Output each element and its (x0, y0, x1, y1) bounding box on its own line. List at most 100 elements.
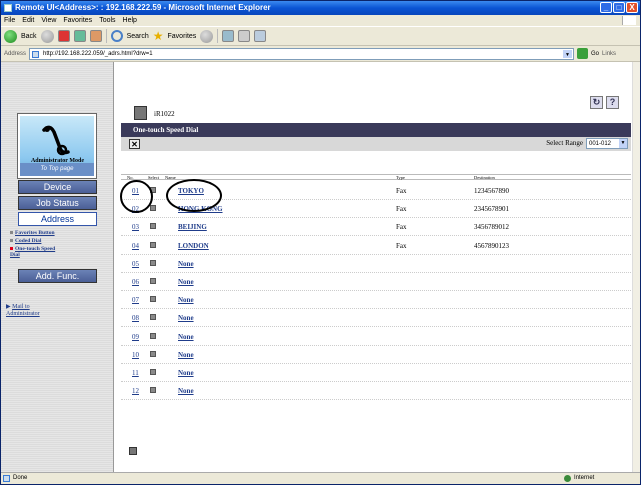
select-checkbox[interactable] (150, 241, 156, 248)
select-checkbox[interactable] (150, 296, 156, 303)
chevron-down-icon[interactable]: ▼ (619, 139, 627, 148)
close-button[interactable]: X (626, 2, 638, 13)
address-url[interactable]: http://192.168.222.059/_adrs.html?drw=1 (43, 51, 153, 57)
row-number-link[interactable]: 08 (132, 314, 139, 322)
header-select: Select (148, 175, 159, 180)
select-checkbox[interactable] (150, 332, 156, 339)
favorites-star-icon[interactable]: ★ (153, 30, 164, 42)
address-input[interactable]: http://192.168.222.059/_adrs.html?drw=1 … (29, 47, 575, 60)
row-destination: 4567890123 (474, 241, 509, 250)
select-checkbox[interactable] (150, 205, 156, 212)
top-page-button[interactable]: To Top page (18, 114, 96, 178)
select-checkbox[interactable] (150, 350, 156, 357)
go-button[interactable]: Go (591, 51, 599, 57)
menu-favorites[interactable]: Favorites (63, 15, 92, 26)
mail-to-administrator-link[interactable]: ▶ Mail to Administrator (6, 304, 40, 318)
sub-item-one-touch-speed-dial[interactable]: One-touch Speed Dial (10, 246, 66, 258)
window-title: Remote UI<Address>: : 192.168.222.59 - M… (15, 3, 271, 12)
refresh-icon[interactable]: ↻ (590, 96, 603, 109)
mail-icon[interactable] (222, 30, 235, 42)
menu-view[interactable]: View (41, 15, 56, 26)
row-name-link[interactable]: None (178, 387, 194, 395)
maximize-button[interactable]: □ (613, 2, 625, 13)
table-row: 11 None (121, 364, 631, 382)
row-name-link[interactable]: None (178, 314, 194, 322)
minimize-button[interactable]: _ (600, 2, 612, 13)
go-arrow-icon[interactable] (577, 48, 589, 59)
select-checkbox[interactable] (150, 223, 156, 230)
address-label: Address (4, 50, 27, 57)
select-range-dropdown[interactable]: 001-012 ▼ (586, 138, 628, 149)
range-row: ✕ Select Range 001-012 ▼ (121, 137, 631, 151)
sub-item-label[interactable]: One-touch Speed Dial (10, 246, 55, 258)
refresh-icon[interactable] (73, 30, 86, 42)
home-icon[interactable] (89, 30, 102, 42)
table-row: 10 None (121, 346, 631, 364)
sub-item-label[interactable]: Coded Dial (15, 238, 41, 244)
search-button-label[interactable]: Search (127, 33, 149, 40)
row-destination: 3456789012 (474, 223, 509, 232)
forward-arrow-icon[interactable] (40, 29, 54, 43)
select-checkbox[interactable] (150, 259, 156, 266)
nav-address-button[interactable]: Address (18, 212, 97, 226)
page-content: To Top page Administrator Mode Device Jo… (1, 62, 632, 472)
row-name-link[interactable]: None (178, 333, 194, 341)
print-icon[interactable] (238, 30, 251, 42)
row-name-link[interactable]: None (178, 278, 194, 286)
edit-icon[interactable] (254, 30, 267, 42)
title-bar: Remote UI<Address>: : 192.168.222.59 - M… (1, 1, 640, 15)
nav-job-status-button[interactable]: Job Status (18, 196, 97, 210)
select-checkbox[interactable] (150, 369, 156, 375)
menu-tools[interactable]: Tools (99, 15, 115, 26)
mail-link-line-2[interactable]: Administrator (6, 311, 40, 317)
row-number-link[interactable]: 04 (132, 242, 139, 250)
sub-item-label[interactable]: Favorites Button (15, 230, 55, 236)
row-name-link[interactable]: None (178, 351, 194, 359)
row-name-link[interactable]: None (178, 260, 194, 268)
nav-device-button[interactable]: Device (18, 180, 97, 194)
row-number-link[interactable]: 03 (132, 223, 139, 231)
mail-link-line-1[interactable]: Mail to (12, 304, 30, 310)
close-icon[interactable]: ✕ (129, 139, 140, 149)
sub-item-coded-dial[interactable]: Coded Dial (10, 238, 102, 244)
sub-item-favorites-button[interactable]: Favorites Button (10, 230, 102, 236)
select-range-value[interactable]: 001-012 (589, 141, 611, 147)
printer-icon (134, 106, 147, 120)
row-name-link[interactable]: None (178, 296, 194, 304)
search-icon[interactable] (110, 30, 123, 42)
mode-label: Administrator Mode (30, 158, 85, 164)
left-navigation: To Top page Administrator Mode Device Jo… (1, 62, 114, 472)
menu-edit[interactable]: Edit (22, 15, 34, 26)
vertical-scrollbar[interactable] (632, 62, 640, 472)
links-button[interactable]: Links (602, 51, 616, 57)
highlight-circle-number (120, 180, 153, 213)
select-checkbox[interactable] (150, 387, 156, 394)
stop-icon[interactable] (57, 30, 70, 42)
current-bullet-icon (10, 247, 13, 251)
row-name-link[interactable]: BEIJING (178, 223, 207, 231)
help-icon[interactable]: ? (606, 96, 619, 109)
favorites-button-label[interactable]: Favorites (168, 33, 197, 40)
history-icon[interactable] (200, 29, 214, 43)
row-number-link[interactable]: 09 (132, 333, 139, 341)
select-checkbox[interactable] (150, 278, 156, 284)
header-no: No. (127, 175, 134, 180)
menu-help[interactable]: Help (123, 15, 137, 26)
row-number-link[interactable]: 06 (132, 278, 139, 286)
top-page-caption[interactable]: To Top page (20, 163, 94, 176)
row-number-link[interactable]: 11 (132, 369, 139, 377)
row-name-link[interactable]: LONDON (178, 242, 209, 250)
highlight-circle-name (166, 179, 222, 212)
back-arrow-icon[interactable] (4, 29, 17, 43)
row-name-link[interactable]: None (178, 369, 194, 377)
row-number-link[interactable]: 07 (132, 296, 139, 304)
row-number-link[interactable]: 12 (132, 387, 139, 395)
back-button-label[interactable]: Back (21, 33, 37, 40)
printer-icon[interactable] (129, 447, 137, 455)
nav-add-func-button[interactable]: Add. Func. (18, 269, 97, 283)
chevron-down-icon[interactable]: ▼ (563, 49, 573, 58)
row-number-link[interactable]: 10 (132, 351, 139, 359)
row-number-link[interactable]: 05 (132, 260, 139, 268)
select-checkbox[interactable] (150, 314, 156, 321)
menu-file[interactable]: File (4, 15, 15, 26)
